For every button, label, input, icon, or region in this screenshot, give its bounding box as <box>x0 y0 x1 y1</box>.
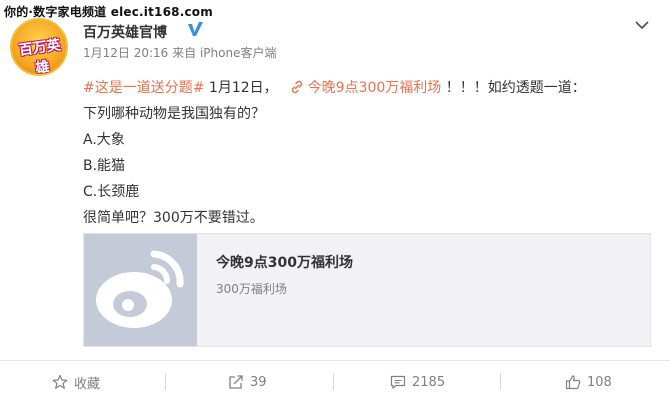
repost-button[interactable]: 39 <box>228 372 267 392</box>
comment-icon <box>390 375 406 389</box>
post-body: #这是一道送分题# 1月12日， 今晚9点300万福利场 ！！！如约透题一道： 下… <box>83 75 586 231</box>
star-icon <box>52 374 68 389</box>
action-bar-divider <box>0 360 670 361</box>
favorite-label: 收藏 <box>74 376 101 392</box>
comment-button[interactable]: 2185 <box>390 372 445 392</box>
repost-count: 39 <box>250 374 267 390</box>
author-name[interactable]: 百万英雄官博 <box>83 22 167 42</box>
favorite-button[interactable]: 收藏 <box>52 372 100 392</box>
weibo-logo-icon <box>96 250 184 328</box>
action-separator <box>333 373 334 390</box>
comment-count: 2185 <box>412 374 446 390</box>
option-c: C.长颈鹿 <box>83 184 140 200</box>
post-after-link: ！！！如约透题一道： <box>441 80 586 96</box>
card-title: 今晚9点300万福利场 <box>216 255 353 271</box>
option-b: B.能猫 <box>83 158 126 174</box>
link-icon <box>291 80 302 94</box>
post-date[interactable]: 1月12日 20:16 <box>83 46 168 60</box>
card-subtitle: 300万福利场 <box>216 282 287 296</box>
action-separator <box>165 373 166 390</box>
post-meta: 1月12日 20:16 来自 iPhone客户端 <box>83 44 276 61</box>
like-button[interactable]: 108 <box>565 372 612 392</box>
avatar[interactable]: 百万英雄 <box>10 18 68 76</box>
post-line-1: #这是一道送分题# 1月12日， 今晚9点300万福利场 ！！！如约透题一道： <box>83 75 586 101</box>
chevron-down-icon[interactable] <box>634 19 650 31</box>
avatar-logo-text: 百万英雄 <box>17 37 62 76</box>
repost-icon <box>229 375 243 389</box>
action-separator <box>500 373 501 390</box>
post-date-text: 1月12日， <box>204 80 278 96</box>
verified-badge-icon[interactable] <box>187 21 204 38</box>
thumbs-up-icon <box>565 375 581 390</box>
card-thumbnail <box>84 234 197 346</box>
link-card[interactable]: 今晚9点300万福利场 300万福利场 <box>83 233 651 347</box>
closing-text: 很简单吧？300万不要错过。 <box>83 210 264 226</box>
like-count: 108 <box>587 374 612 390</box>
option-a: A.大象 <box>83 132 125 148</box>
topic-link[interactable]: #这是一道送分题# <box>83 80 204 96</box>
event-link[interactable]: 今晚9点300万福利场 <box>308 80 442 96</box>
post-source: 来自 iPhone客户端 <box>172 46 277 60</box>
question-text: 下列哪种动物是我国独有的？ <box>83 106 265 122</box>
